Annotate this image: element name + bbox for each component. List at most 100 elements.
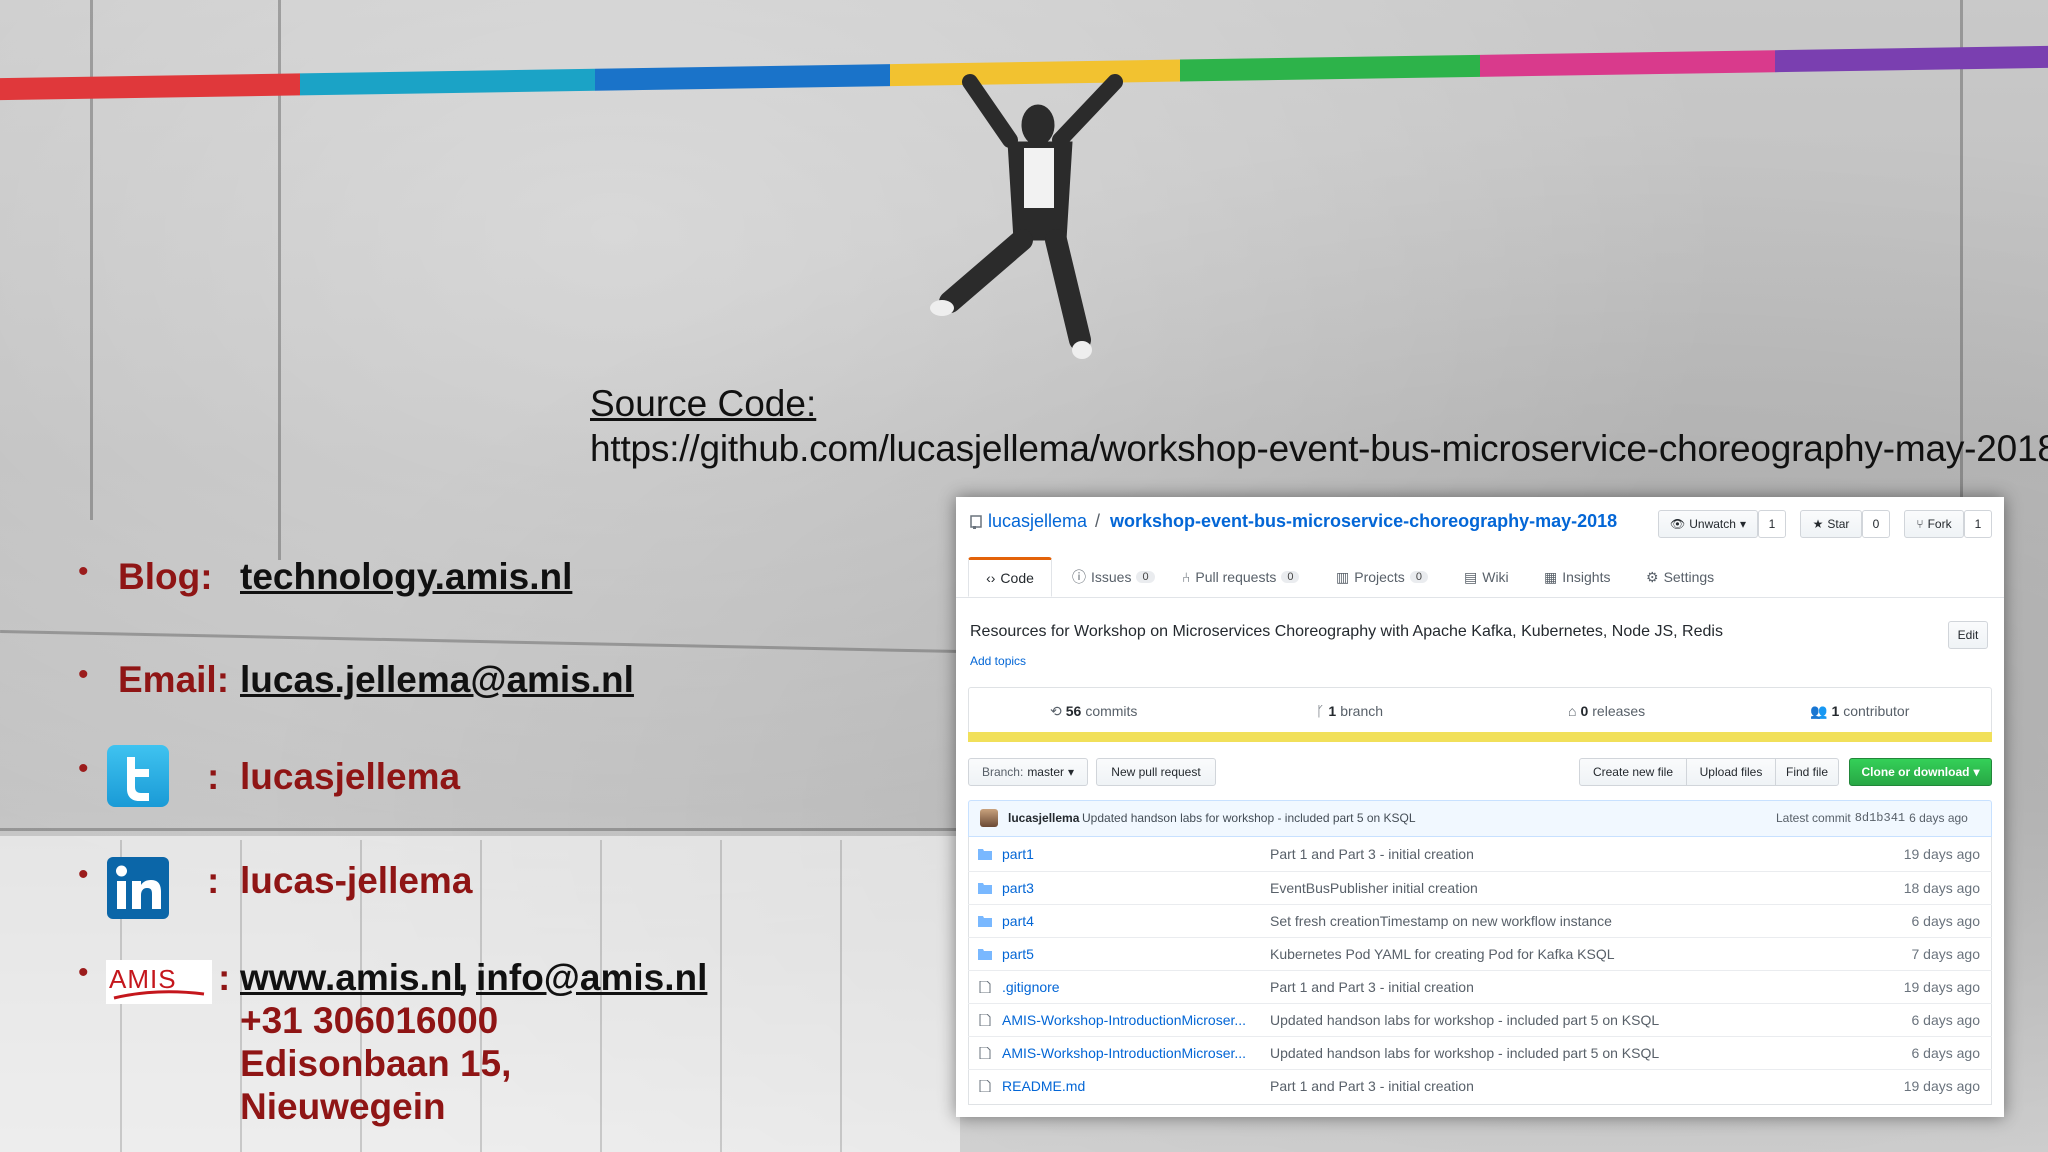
find-file-button[interactable]: Find file [1775, 758, 1839, 786]
hanging-man-figure [930, 74, 1123, 359]
add-topics-link[interactable]: Add topics [970, 654, 1026, 668]
amis-address-line2: Nieuwegein [240, 1086, 446, 1127]
file-name[interactable]: part3 [1002, 880, 1034, 896]
file-age: 7 days ago [1911, 946, 1981, 962]
contributors-label: contributor [1843, 703, 1910, 719]
tab-wiki[interactable]: ▤ Wiki [1464, 557, 1509, 597]
source-code-label: Source Code: [590, 383, 817, 424]
wall-plank [840, 840, 842, 1152]
wall-plank [720, 840, 722, 1152]
fork-count[interactable]: 1 [1964, 510, 1992, 538]
tabs-underline [956, 597, 2004, 598]
file-commit-message[interactable]: Updated handson labs for workshop - incl… [1270, 1012, 1659, 1028]
file-commit-message[interactable]: Part 1 and Part 3 - initial creation [1270, 979, 1474, 995]
source-code-url[interactable]: https://github.com/lucasjellema/workshop… [590, 428, 2048, 470]
tab-insights[interactable]: ▦ Insights [1544, 557, 1610, 597]
caret-down-icon: ▾ [1739, 517, 1746, 531]
file-age: 19 days ago [1903, 846, 1980, 862]
amis-website-link[interactable]: www.amis.nl [240, 957, 463, 999]
file-commit-message[interactable]: Part 1 and Part 3 - initial creation [1270, 1078, 1474, 1094]
fork-icon: ⑂ [1916, 517, 1924, 531]
file-commit-message[interactable]: Kubernetes Pod YAML for creating Pod for… [1270, 946, 1615, 962]
avatar[interactable] [980, 809, 998, 827]
file-row[interactable]: part1 Part 1 and Part 3 - initial creati… [968, 838, 1992, 871]
repo-name-link[interactable]: workshop-event-bus-microservice-choreogr… [1110, 511, 1617, 532]
file-name[interactable]: README.md [1002, 1078, 1085, 1094]
blog-link[interactable]: technology.amis.nl [240, 556, 572, 598]
file-name[interactable]: part1 [1002, 846, 1034, 862]
file-row[interactable]: part3 EventBusPublisher initial creation… [968, 871, 1992, 904]
twitter-handle[interactable]: lucasjellema [240, 756, 460, 798]
tab-issues[interactable]: ⓘ Issues 0 [1072, 557, 1155, 597]
commits-stat[interactable]: ⟲ 56 commits [1050, 703, 1137, 720]
file-icon [979, 1080, 991, 1092]
tab-code[interactable]: ‹› Code [968, 557, 1052, 597]
tab-count: 0 [1281, 571, 1300, 583]
tab-pull-requests[interactable]: ⑃ Pull requests 0 [1182, 557, 1300, 597]
email-label: Email: [118, 659, 230, 700]
amis-info-email-link[interactable]: info@amis.nl [476, 957, 707, 999]
contributors-stat[interactable]: 👥 1 contributor [1810, 703, 1909, 720]
star-count[interactable]: 0 [1862, 510, 1890, 538]
file-commit-message[interactable]: Updated handson labs for workshop - incl… [1270, 1045, 1659, 1061]
edit-description-button[interactable]: Edit [1948, 621, 1988, 649]
repo-owner-link[interactable]: lucasjellema [988, 511, 1087, 532]
file-commit-message[interactable]: Part 1 and Part 3 - initial creation [1270, 846, 1474, 862]
unwatch-label: Unwatch [1689, 517, 1736, 531]
amis-phone: +31 306016000 [240, 1000, 499, 1041]
linkedin-handle[interactable]: lucas-jellema [240, 860, 472, 902]
file-row[interactable]: .gitignore Part 1 and Part 3 - initial c… [968, 970, 1992, 1003]
file-age: 19 days ago [1903, 979, 1980, 995]
file-icon [979, 1014, 991, 1026]
eye-icon: 👁 [1670, 517, 1686, 531]
file-name[interactable]: AMIS-Workshop-IntroductionMicroser... [1002, 1045, 1246, 1061]
file-name[interactable]: AMIS-Workshop-IntroductionMicroser... [1002, 1012, 1246, 1028]
unwatch-button[interactable]: 👁 Unwatch ▾ [1658, 510, 1758, 538]
wall-seam [0, 828, 960, 831]
tab-projects[interactable]: ▥ Projects 0 [1336, 557, 1428, 597]
file-age: 18 days ago [1903, 880, 1980, 896]
branches-stat[interactable]: ᚴ 1 branch [1316, 703, 1383, 719]
create-new-file-button[interactable]: Create new file [1579, 758, 1687, 786]
commit-message[interactable]: Updated handson labs for workshop - incl… [1082, 811, 1416, 825]
tab-settings[interactable]: ⚙ Settings [1646, 557, 1714, 597]
star-button[interactable]: ★ Star [1800, 510, 1862, 538]
file-row[interactable]: AMIS-Workshop-IntroductionMicroser... Up… [968, 1036, 1992, 1069]
language-bar[interactable] [968, 732, 1992, 742]
branch-name: master [1027, 765, 1064, 779]
commit-author[interactable]: lucasjellema [1008, 811, 1079, 825]
bullet: • [78, 956, 89, 989]
github-repo-screenshot: lucasjellema / workshop-event-bus-micros… [956, 497, 2004, 1117]
file-row[interactable]: AMIS-Workshop-IntroductionMicroser... Up… [968, 1003, 1992, 1036]
bullet: • [78, 858, 89, 891]
file-row[interactable]: part4 Set fresh creationTimestamp on new… [968, 904, 1992, 937]
file-name[interactable]: .gitignore [1002, 979, 1060, 995]
file-row[interactable]: part5 Kubernetes Pod YAML for creating P… [968, 937, 1992, 970]
upload-files-button[interactable]: Upload files [1686, 758, 1776, 786]
unwatch-count[interactable]: 1 [1758, 510, 1786, 538]
tab-count: 0 [1136, 571, 1155, 583]
latest-commit: Latest commit 8d1b341 6 days ago [1776, 811, 1968, 825]
file-icon [979, 981, 991, 993]
fork-button[interactable]: ⑂ Fork [1904, 510, 1964, 538]
commit-sha[interactable]: 8d1b341 [1855, 811, 1905, 825]
email-link[interactable]: lucas.jellema@amis.nl [240, 659, 634, 701]
file-commit-message[interactable]: Set fresh creationTimestamp on new workf… [1270, 913, 1612, 929]
new-pull-request-button[interactable]: New pull request [1096, 758, 1216, 786]
releases-stat[interactable]: ⌂ 0 releases [1568, 703, 1645, 719]
file-name[interactable]: part5 [1002, 946, 1034, 962]
star-label: Star [1827, 517, 1850, 531]
clone-label: Clone or download [1861, 765, 1970, 779]
file-row[interactable]: README.md Part 1 and Part 3 - initial cr… [968, 1069, 1992, 1102]
tag-icon: ⌂ [1568, 703, 1577, 719]
file-name[interactable]: part4 [1002, 913, 1034, 929]
branch-select[interactable]: Branch: master ▾ [968, 758, 1088, 786]
graph-icon: ▦ [1544, 568, 1558, 585]
tab-label: Settings [1663, 569, 1715, 585]
clone-or-download-button[interactable]: Clone or download ▾ [1849, 758, 1992, 786]
releases-count: 0 [1580, 703, 1589, 719]
file-commit-message[interactable]: EventBusPublisher initial creation [1270, 880, 1478, 896]
history-icon: ⟲ [1050, 703, 1062, 719]
releases-label: releases [1592, 703, 1646, 719]
file-icon [979, 1047, 991, 1059]
